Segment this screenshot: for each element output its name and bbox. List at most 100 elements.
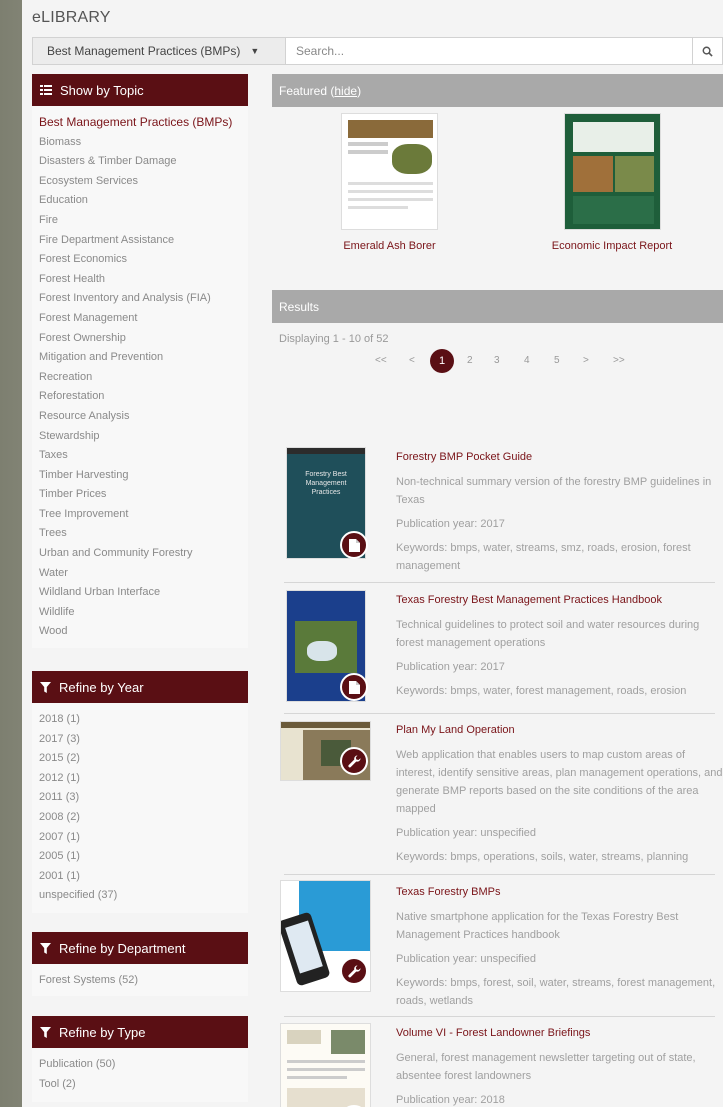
featured-item[interactable]: Economic Impact Report	[537, 113, 687, 252]
search-icon	[702, 46, 713, 57]
result-keywords: Keywords: bmps, water, streams, smz, roa…	[396, 542, 691, 572]
category-dropdown[interactable]: Best Management Practices (BMPs) ▼	[33, 38, 286, 64]
type-panel-title: Refine by Type	[59, 1024, 146, 1040]
search-input[interactable]	[286, 38, 692, 64]
result-year: Publication year: 2017	[396, 518, 505, 530]
result-year: Publication year: unspecified	[396, 953, 537, 965]
featured-item[interactable]: Emerald Ash Borer	[316, 113, 463, 252]
topic-item[interactable]: Forest Management	[39, 309, 248, 329]
search-button[interactable]	[692, 38, 722, 64]
topic-item[interactable]: Timber Prices	[39, 485, 248, 505]
department-panel: Refine by Department Forest Systems (52)	[32, 932, 248, 996]
topic-item[interactable]: Stewardship	[39, 427, 248, 447]
topic-item[interactable]: Forest Health	[39, 270, 248, 290]
year-item[interactable]: 2011 (3)	[39, 788, 248, 808]
year-item[interactable]: 2001 (1)	[39, 867, 248, 887]
topic-item[interactable]: Biomass	[39, 133, 248, 153]
wrench-icon	[347, 754, 361, 768]
search-bar: Best Management Practices (BMPs) ▼	[32, 37, 723, 65]
result-title-link[interactable]: Texas Forestry BMPs	[396, 885, 723, 899]
topic-item[interactable]: Timber Harvesting	[39, 466, 248, 486]
topic-item[interactable]: Wildland Urban Interface	[39, 583, 248, 603]
result-thumbnail[interactable]	[280, 1023, 371, 1107]
year-item[interactable]: 2018 (1)	[39, 710, 248, 730]
result-year: Publication year: 2018	[396, 1094, 505, 1106]
result-description: General, forest management newsletter ta…	[396, 1052, 696, 1082]
year-item[interactable]: 2007 (1)	[39, 828, 248, 848]
topic-item[interactable]: Recreation	[39, 368, 248, 388]
list-icon	[40, 85, 52, 95]
department-item[interactable]: Forest Systems (52)	[39, 971, 248, 991]
result-description: Technical guidelines to protect soil and…	[396, 619, 700, 649]
type-panel: Refine by Type Publication (50) Tool (2)	[32, 1016, 248, 1102]
topic-item[interactable]: Wildlife	[39, 603, 248, 623]
year-panel-title: Refine by Year	[59, 679, 144, 695]
year-item[interactable]: 2017 (3)	[39, 730, 248, 750]
topic-item[interactable]: Fire Department Assistance	[39, 231, 248, 251]
topic-item[interactable]: Forest Ownership	[39, 329, 248, 349]
topic-item[interactable]: Reforestation	[39, 387, 248, 407]
featured-thumbnail	[563, 113, 661, 230]
topic-item[interactable]: Tree Improvement	[39, 505, 248, 525]
result-type-badge	[340, 747, 368, 775]
result-description: Non-technical summary version of the for…	[396, 476, 712, 506]
department-panel-title: Refine by Department	[59, 940, 186, 956]
featured-item-title: Economic Impact Report	[551, 240, 673, 252]
result-year: Publication year: unspecified	[396, 827, 537, 839]
type-item[interactable]: Tool (2)	[39, 1075, 248, 1095]
results-title: Results	[279, 299, 320, 314]
results-header: Results	[272, 290, 723, 323]
result-item: Texas Forestry Best Management Practices…	[396, 593, 723, 700]
result-type-badge	[340, 673, 368, 701]
result-description: Web application that enables users to ma…	[396, 749, 723, 815]
featured-carousel: Emerald Ash Borer Economic Impact Report	[272, 107, 723, 298]
result-divider	[284, 1016, 715, 1017]
filter-icon	[40, 681, 51, 693]
year-item[interactable]: 2012 (1)	[39, 769, 248, 789]
topic-item[interactable]: Education	[39, 191, 248, 211]
topic-list: Best Management Practices (BMPs) Biomass D…	[32, 106, 248, 648]
featured-thumbnail	[341, 113, 438, 230]
topic-item[interactable]: Best Management Practices (BMPs)	[39, 113, 248, 133]
hide-featured-link[interactable]: hide	[334, 84, 357, 98]
filter-icon	[40, 942, 51, 954]
topic-item[interactable]: Wood	[39, 622, 248, 642]
topic-item[interactable]: Fire	[39, 211, 248, 231]
topic-item[interactable]: Water	[39, 564, 248, 584]
topic-item[interactable]: Mitigation and Prevention	[39, 348, 248, 368]
caret-down-icon: ▼	[250, 46, 260, 56]
featured-item-title: Emerald Ash Borer	[343, 240, 436, 252]
year-panel-header: Refine by Year	[32, 671, 248, 703]
result-year: Publication year: 2017	[396, 661, 505, 673]
result-type-badge	[340, 957, 368, 985]
topic-item[interactable]: Disasters & Timber Damage	[39, 152, 248, 172]
department-list: Forest Systems (52)	[32, 964, 248, 997]
topic-item[interactable]: Ecosystem Services	[39, 172, 248, 192]
result-title-link[interactable]: Forestry BMP Pocket Guide	[396, 450, 723, 464]
year-item[interactable]: unspecified (37)	[39, 886, 248, 906]
topic-item[interactable]: Forest Inventory and Analysis (FIA)	[39, 289, 248, 309]
result-title-link[interactable]: Volume VI - Forest Landowner Briefings	[396, 1026, 723, 1040]
result-title-link[interactable]: Plan My Land Operation	[396, 723, 723, 737]
year-list: 2018 (1) 2017 (3) 2015 (2) 2012 (1) 2011 (3)…	[32, 703, 248, 912]
topic-item[interactable]: Trees	[39, 524, 248, 544]
result-item: Volume VI - Forest Landowner Briefings Ge…	[396, 1026, 723, 1107]
year-item[interactable]: 2015 (2)	[39, 749, 248, 769]
wrench-icon	[347, 964, 361, 978]
topic-item[interactable]: Forest Economics	[39, 250, 248, 270]
result-item: Forestry BMP Pocket Guide Non-technical s…	[396, 450, 723, 575]
result-description: Native smartphone application for the Te…	[396, 911, 679, 941]
type-item[interactable]: Publication (50)	[39, 1055, 248, 1075]
year-panel: Refine by Year 2018 (1) 2017 (3) 2015 (2) 2…	[32, 671, 248, 913]
result-type-badge	[340, 531, 368, 559]
results-section: Results Displaying 1 - 10 of 52 << <1 2 3 4 5…	[272, 290, 723, 1107]
year-item[interactable]: 2005 (1)	[39, 847, 248, 867]
topic-item[interactable]: Urban and Community Forestry	[39, 544, 248, 564]
result-keywords: Keywords: bmps, operations, soils, water…	[396, 851, 689, 863]
topic-item[interactable]: Resource Analysis	[39, 407, 248, 427]
year-item[interactable]: 2008 (2)	[39, 808, 248, 828]
result-title-link[interactable]: Texas Forestry Best Management Practices…	[396, 593, 723, 607]
thumbnail-text: Forestry Best Management Practices	[305, 471, 347, 496]
topic-item[interactable]: Taxes	[39, 446, 248, 466]
featured-header: Featured (hide)	[272, 74, 723, 107]
